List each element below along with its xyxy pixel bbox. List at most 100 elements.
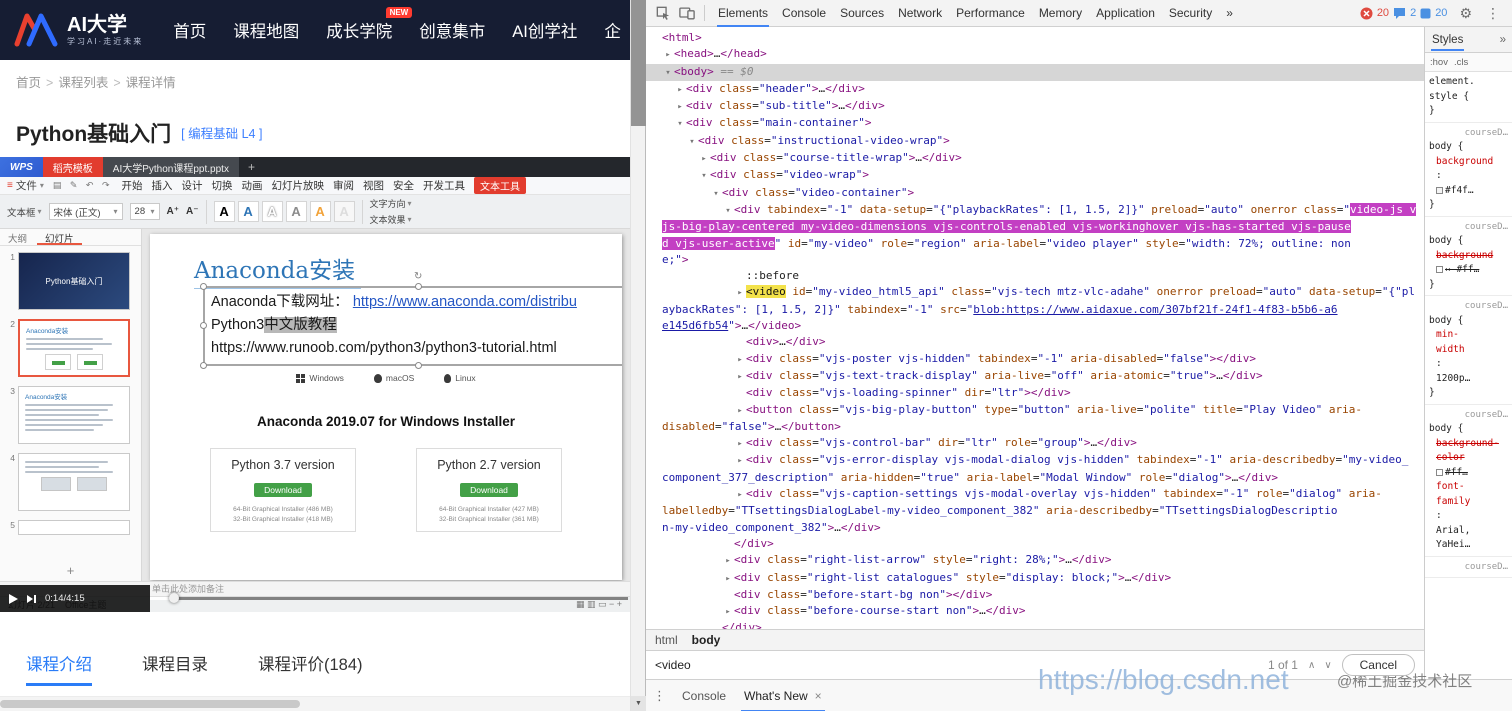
collapse-arrow-icon[interactable]: ▾ — [698, 168, 710, 184]
expand-arrow-icon[interactable]: ▸ — [698, 151, 710, 167]
collapse-arrow-icon[interactable]: ▾ — [674, 116, 686, 132]
resize-handle[interactable] — [415, 362, 422, 369]
expand-arrow-icon[interactable]: ▸ — [722, 553, 734, 569]
progress-bar[interactable] — [150, 593, 628, 603]
font-decrease-icon[interactable]: A⁻ — [186, 206, 199, 217]
kebab-menu-icon[interactable]: ⋮ — [1480, 5, 1506, 22]
dom-crumb[interactable]: body — [692, 633, 721, 647]
tree-node[interactable]: ▸ <div class="sub-title">…</div> — [646, 98, 1424, 115]
color-swatch[interactable] — [1436, 186, 1443, 194]
expand-arrow-icon[interactable]: ▸ — [674, 82, 686, 98]
tree-node[interactable]: ▸ <div class="before-course-start non">…<… — [646, 603, 1424, 620]
nav-item[interactable]: 创意集市 — [419, 18, 485, 42]
css-source-link[interactable]: courseD… — [1429, 220, 1508, 235]
video-player[interactable]: WPS 稻壳模板 AI大学Python课程ppt.pptx + ≡ 文件 ▾ ▤ ✎… — [0, 157, 630, 612]
resize-handle[interactable] — [415, 283, 422, 290]
tree-node[interactable]: js-big-play-centered my-video-dimensions… — [646, 219, 1424, 235]
slide-thumbnail[interactable]: 3 Anaconda安装 — [2, 386, 137, 444]
color-swatch[interactable] — [1436, 266, 1443, 273]
wps-menu-item[interactable]: 视图 — [363, 178, 384, 193]
text-effect-button[interactable]: 文本效果 ▾ — [370, 213, 412, 226]
breadcrumb-item[interactable]: 课程列表 — [58, 76, 108, 90]
slide-thumbnail[interactable]: 1 Python基础入门 — [2, 252, 137, 310]
wps-logo[interactable]: WPS — [0, 157, 43, 177]
tree-node[interactable]: e;"> — [646, 252, 1424, 268]
quick-access-icons[interactable]: ▤ ✎ ↶ ↷ — [53, 180, 113, 191]
tree-node[interactable]: aybackRates": [1, 1.5, 2]}" tabindex = "-1… — [646, 302, 1424, 318]
tree-node[interactable]: e145d6fb54">…</video> — [646, 318, 1424, 334]
close-icon[interactable]: × — [815, 689, 822, 703]
slide-canvas[interactable]: Anaconda安装 Anaconda下载网址： https://www.ana… — [150, 234, 622, 580]
slide-thumbnail[interactable]: 4 — [2, 453, 137, 511]
tree-node[interactable]: ▾ <div class="main-container"> — [646, 115, 1424, 132]
tree-node[interactable]: ▾ <div tabindex="-1" data-setup="{"playba… — [646, 202, 1424, 219]
site-logo[interactable]: AI大学 学习AI·走近未来 — [14, 13, 143, 47]
device-toolbar-icon[interactable] — [676, 2, 698, 24]
wps-menu-item[interactable]: 审阅 — [333, 178, 354, 193]
devtools-tab[interactable]: Memory — [1032, 0, 1089, 27]
devtools-tab[interactable]: Console — [775, 0, 833, 27]
anaconda-link[interactable]: https://www.anaconda.com/distribu — [353, 294, 577, 310]
tree-node[interactable]: <div>…</div> — [646, 334, 1424, 350]
tree-node[interactable]: ▸ <div class="right-list catalogues" styl… — [646, 570, 1424, 587]
tree-node[interactable]: </div> — [646, 620, 1424, 629]
tree-node[interactable]: n-my-video_component_382">…</div> — [646, 520, 1424, 536]
course-tab[interactable]: 课程介绍 — [26, 651, 92, 686]
wps-menu-item[interactable]: 设计 — [182, 178, 203, 193]
tree-node[interactable]: ▸ <button class="vjs-big-play-button" typ… — [646, 402, 1424, 419]
panel-tab[interactable]: 大纲 — [0, 229, 35, 245]
wordart-style[interactable]: A — [213, 201, 235, 222]
tree-node[interactable]: ▸ <div class="header">…</div> — [646, 81, 1424, 98]
tree-node[interactable]: <div class="vjs-loading-spinner" dir="lt… — [646, 385, 1424, 401]
expand-arrow-icon[interactable]: ▸ — [734, 369, 746, 385]
breadcrumb-item[interactable]: 首页 — [16, 76, 41, 90]
expand-arrow-icon[interactable]: ▸ — [734, 487, 746, 503]
tree-node[interactable]: ▸ <div class="right-list-arrow" style="ri… — [646, 552, 1424, 569]
panel-tab[interactable]: 幻灯片 — [37, 229, 82, 245]
chevron-down-icon[interactable]: ∨ — [1324, 660, 1331, 671]
wordart-style[interactable]: A — [309, 201, 331, 222]
download-button[interactable]: Download — [254, 483, 312, 497]
progress-knob[interactable] — [168, 593, 179, 603]
tree-node[interactable]: ▸ <div class="vjs-poster vjs-hidden" tabi… — [646, 351, 1424, 368]
resize-handle[interactable] — [200, 322, 207, 329]
wps-menu-item[interactable]: 开始 — [122, 178, 143, 193]
rotate-handle[interactable]: ↻ — [414, 271, 422, 282]
wps-file-menu[interactable]: ≡ 文件 ▾ — [7, 178, 44, 193]
expand-arrow-icon[interactable]: ▸ — [662, 47, 674, 63]
tree-node[interactable]: <div class="before-start-bg non"></div> — [646, 587, 1424, 603]
resize-handle[interactable] — [200, 283, 207, 290]
tree-node[interactable]: ▸ <div class="vjs-error-display vjs-modal… — [646, 452, 1424, 469]
css-source-link[interactable]: courseD… — [1429, 408, 1508, 423]
vertical-scrollbar[interactable]: ▼ — [630, 0, 646, 711]
wordart-style[interactable]: A — [285, 201, 307, 222]
devtools-tab[interactable]: Security — [1162, 0, 1219, 27]
nav-item[interactable]: 课程地图 — [233, 18, 299, 42]
course-tab[interactable]: 课程评价(184) — [258, 651, 363, 675]
collapse-arrow-icon[interactable]: ▾ — [686, 134, 698, 150]
color-swatch[interactable] — [1436, 468, 1443, 476]
tree-node[interactable]: ▸ <div class="course-title-wrap">…</div> — [646, 150, 1424, 167]
slide-textbox[interactable]: Anaconda下载网址： https://www.anaconda.com/d… — [200, 271, 622, 369]
tree-node[interactable]: component_377_description" aria-hidden="… — [646, 470, 1424, 486]
devtools-tab[interactable]: Performance — [949, 0, 1032, 27]
slide-thumbnail[interactable]: 5 — [2, 520, 137, 535]
wps-new-tab-button[interactable]: + — [239, 157, 264, 177]
tree-node[interactable]: ▸ <div class="vjs-caption-settings vjs-mo… — [646, 486, 1424, 503]
wps-document-tab[interactable]: AI大学Python课程ppt.pptx — [102, 157, 239, 177]
wps-context-tab[interactable]: 文本工具 — [474, 177, 526, 194]
collapse-arrow-icon[interactable]: ▾ — [722, 203, 734, 219]
font-name-select[interactable]: 宋体 (正文) ▾ — [48, 203, 123, 220]
wps-menu-item[interactable]: 切换 — [212, 178, 233, 193]
tree-node[interactable]: ▾ <div class="video-wrap"> — [646, 167, 1424, 184]
find-prev-next[interactable]: ∧ ∨ — [1308, 660, 1332, 671]
view-zoom-icons[interactable]: ▦ ▥ ▭ − + — [576, 599, 622, 610]
tree-node[interactable]: ▾ <div class="instructional-video-wrap"> — [646, 133, 1424, 150]
gear-icon[interactable]: ⚙ — [1453, 5, 1478, 22]
devtools-tab[interactable]: Application — [1089, 0, 1162, 27]
drawer-tab[interactable]: What's New × — [735, 680, 831, 711]
wps-menu-item[interactable]: 动画 — [242, 178, 263, 193]
hscroll-thumb[interactable] — [0, 700, 300, 708]
tree-node[interactable]: ▸ <div class="vjs-control-bar" dir="ltr" … — [646, 435, 1424, 452]
tree-node[interactable]: </div> — [646, 536, 1424, 552]
